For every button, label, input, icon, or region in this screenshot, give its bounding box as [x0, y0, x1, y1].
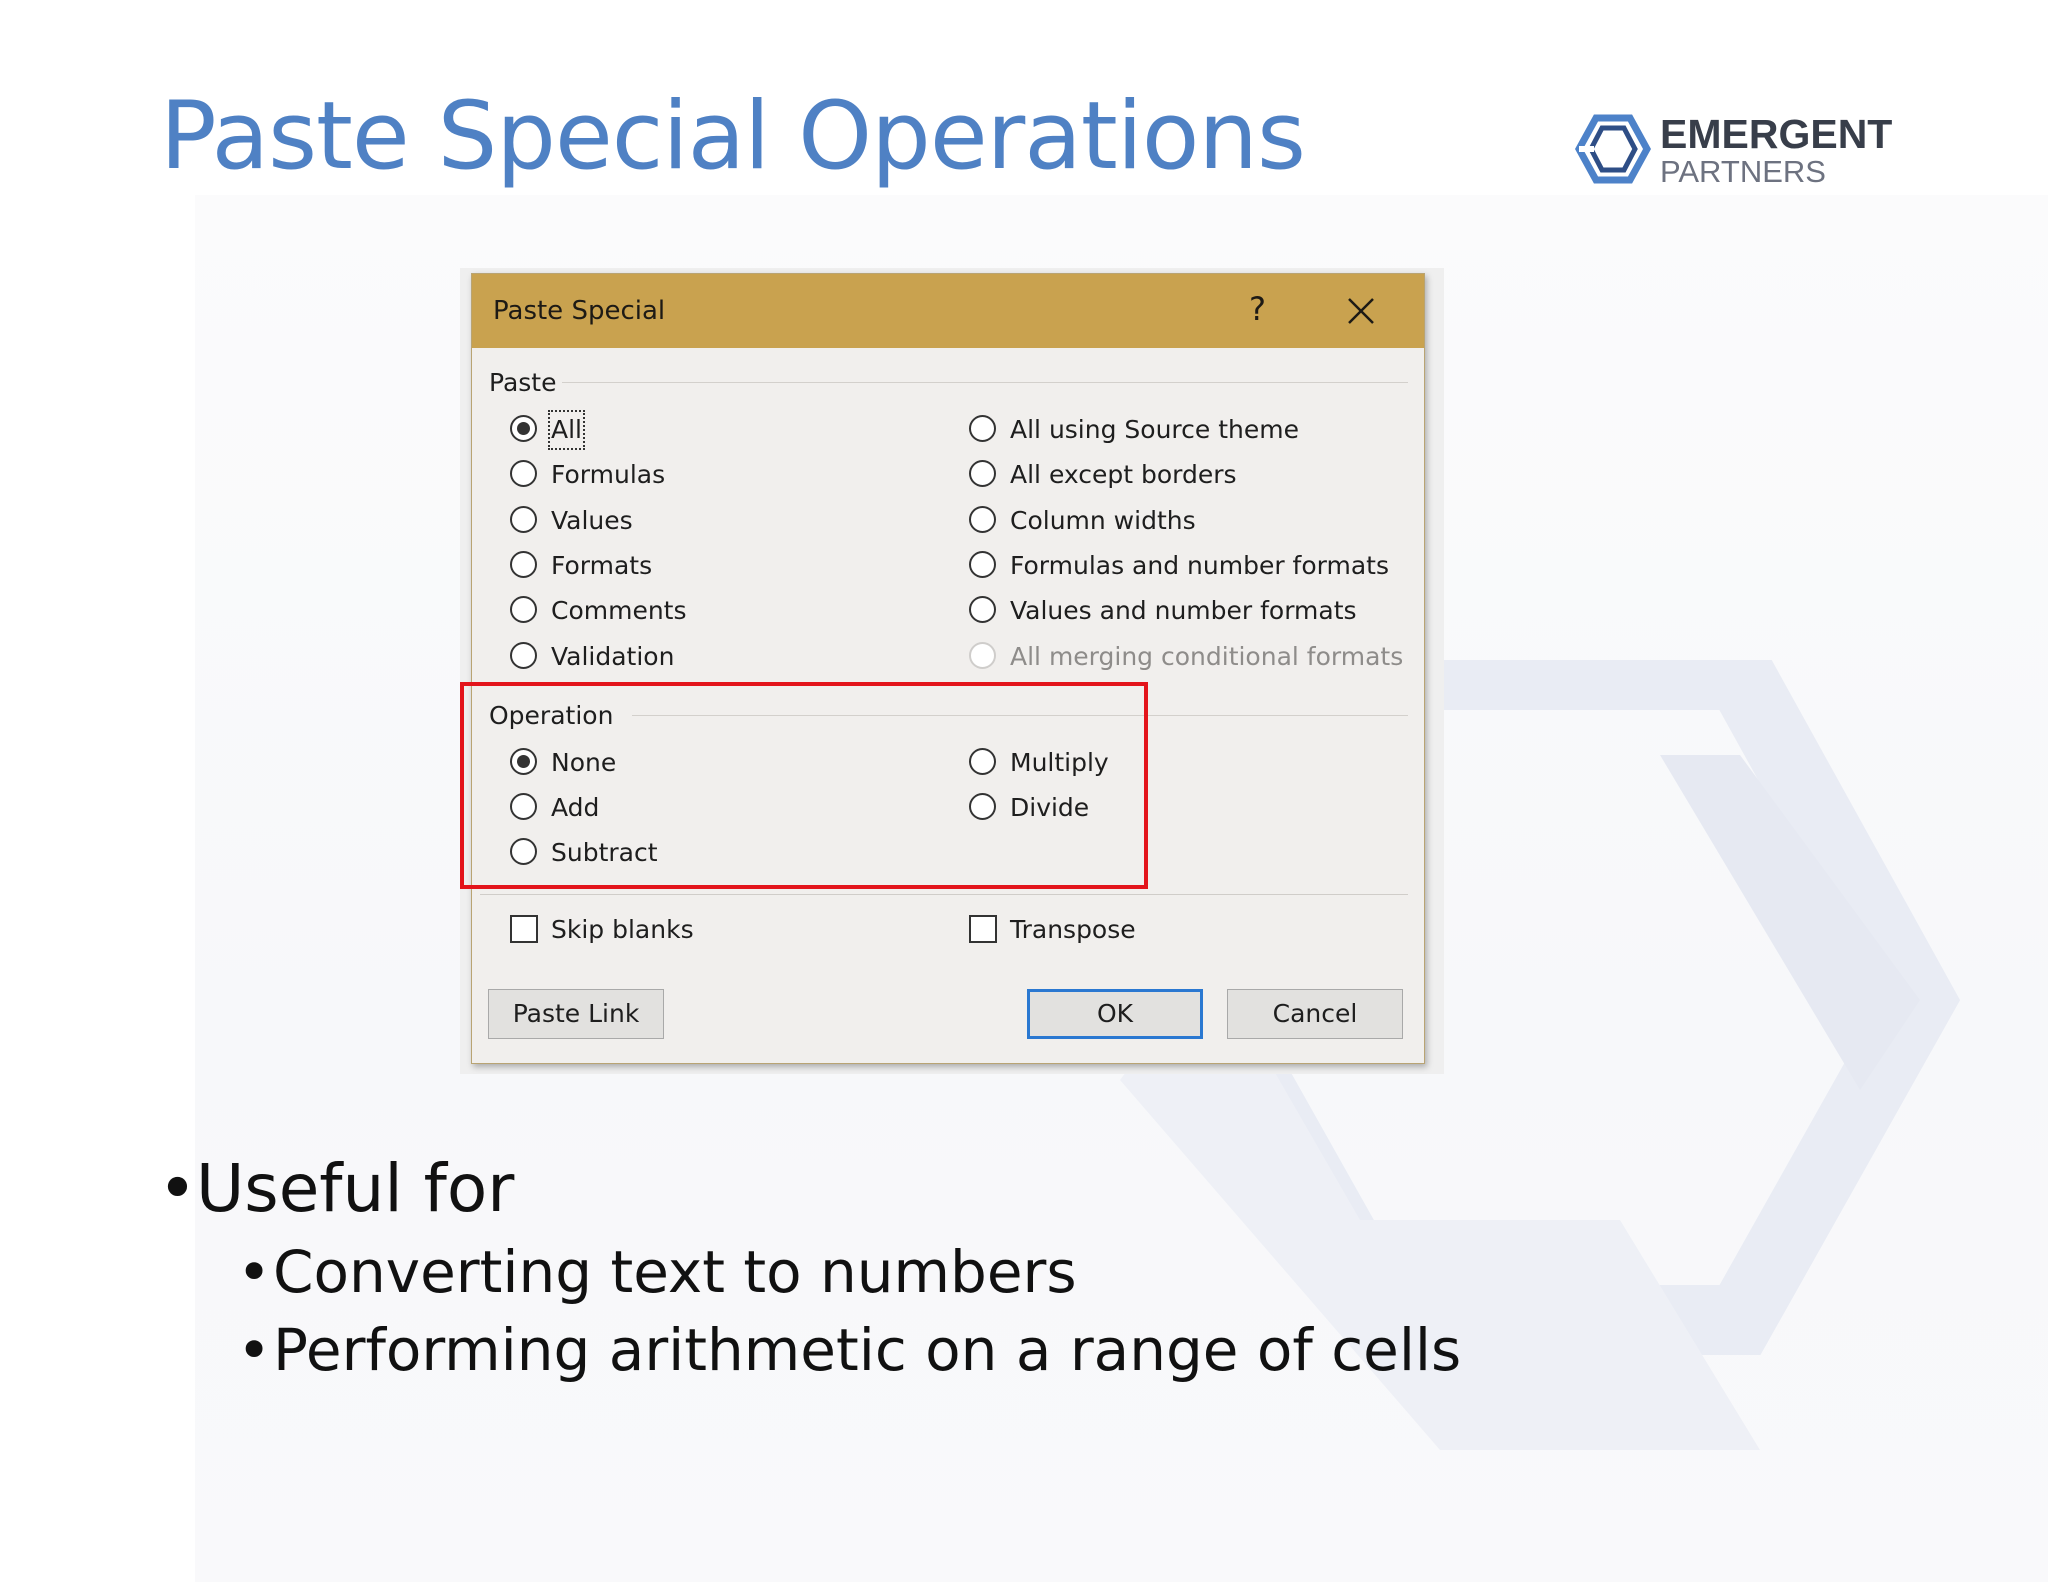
paste-option-all-except-borders-label: All except borders	[1010, 460, 1237, 489]
help-button[interactable]: ?	[1249, 290, 1266, 328]
paste-option-all-label: All	[548, 410, 585, 450]
paste-option-column-widths-label: Column widths	[1010, 506, 1196, 535]
cancel-button[interactable]: Cancel	[1227, 989, 1403, 1039]
operation-highlight-box	[460, 682, 1148, 889]
bullet-dot: •	[158, 1150, 197, 1227]
paste-option-formulas-and-number-formats-label: Formulas and number formats	[1010, 551, 1389, 580]
radio-values-and-number-formats[interactable]	[969, 596, 996, 623]
company-logo: EMERGENT PARTNERS	[1572, 108, 1892, 192]
transpose-label: Transpose	[1010, 915, 1136, 944]
dialog-title: Paste Special	[493, 296, 666, 326]
bullet-main-text: Useful for	[196, 1150, 515, 1227]
paste-option-formats-label: Formats	[551, 551, 653, 580]
paste-group-line	[562, 382, 1408, 383]
logo-text-emergent: EMERGENT	[1660, 111, 1893, 157]
ok-button[interactable]: OK	[1027, 989, 1203, 1039]
logo-text-partners: PARTNERS	[1660, 154, 1826, 189]
radio-values[interactable]	[510, 506, 537, 533]
paste-group-label: Paste	[489, 368, 557, 397]
bullet-dot: •	[237, 1238, 272, 1306]
paste-option-formulas-label: Formulas	[551, 460, 666, 489]
close-icon[interactable]	[1346, 296, 1376, 326]
bullet-sub-2-text: Performing arithmetic on a range of cell…	[273, 1316, 1462, 1384]
emergent-partners-logo-icon	[1575, 114, 1651, 184]
slide-title: Paste Special Operations	[160, 82, 1306, 191]
skip-blanks-box[interactable]	[510, 915, 538, 943]
transpose-box[interactable]	[969, 915, 997, 943]
radio-column-widths[interactable]	[969, 506, 996, 533]
options-separator	[480, 894, 1408, 895]
paste-link-button[interactable]: Paste Link	[488, 989, 664, 1039]
dialog-titlebar: Paste Special ?	[472, 274, 1424, 348]
paste-option-values-label: Values	[551, 506, 633, 535]
radio-all-except-borders[interactable]	[969, 460, 996, 487]
radio-all-merging-conditional-formats-disabled	[969, 642, 996, 669]
paste-special-dialog: Paste Special ? Paste All Formulas Value…	[471, 273, 1425, 1064]
paste-option-all-using-source-theme-label: All using Source theme	[1010, 415, 1299, 444]
radio-validation[interactable]	[510, 642, 537, 669]
radio-all-using-source-theme[interactable]	[969, 415, 996, 442]
paste-option-values-and-number-formats-label: Values and number formats	[1010, 596, 1357, 625]
radio-formulas[interactable]	[510, 460, 537, 487]
radio-formulas-and-number-formats[interactable]	[969, 551, 996, 578]
radio-comments[interactable]	[510, 596, 537, 623]
paste-option-comments-label: Comments	[551, 596, 687, 625]
bullet-dot: •	[237, 1316, 272, 1384]
radio-all-selected[interactable]	[510, 415, 537, 442]
skip-blanks-label: Skip blanks	[551, 915, 694, 944]
paste-option-validation-label: Validation	[551, 642, 675, 671]
radio-formats[interactable]	[510, 551, 537, 578]
bullet-sub-1-text: Converting text to numbers	[273, 1238, 1077, 1306]
paste-option-all-merging-conditional-formats-label: All merging conditional formats	[1010, 642, 1404, 671]
